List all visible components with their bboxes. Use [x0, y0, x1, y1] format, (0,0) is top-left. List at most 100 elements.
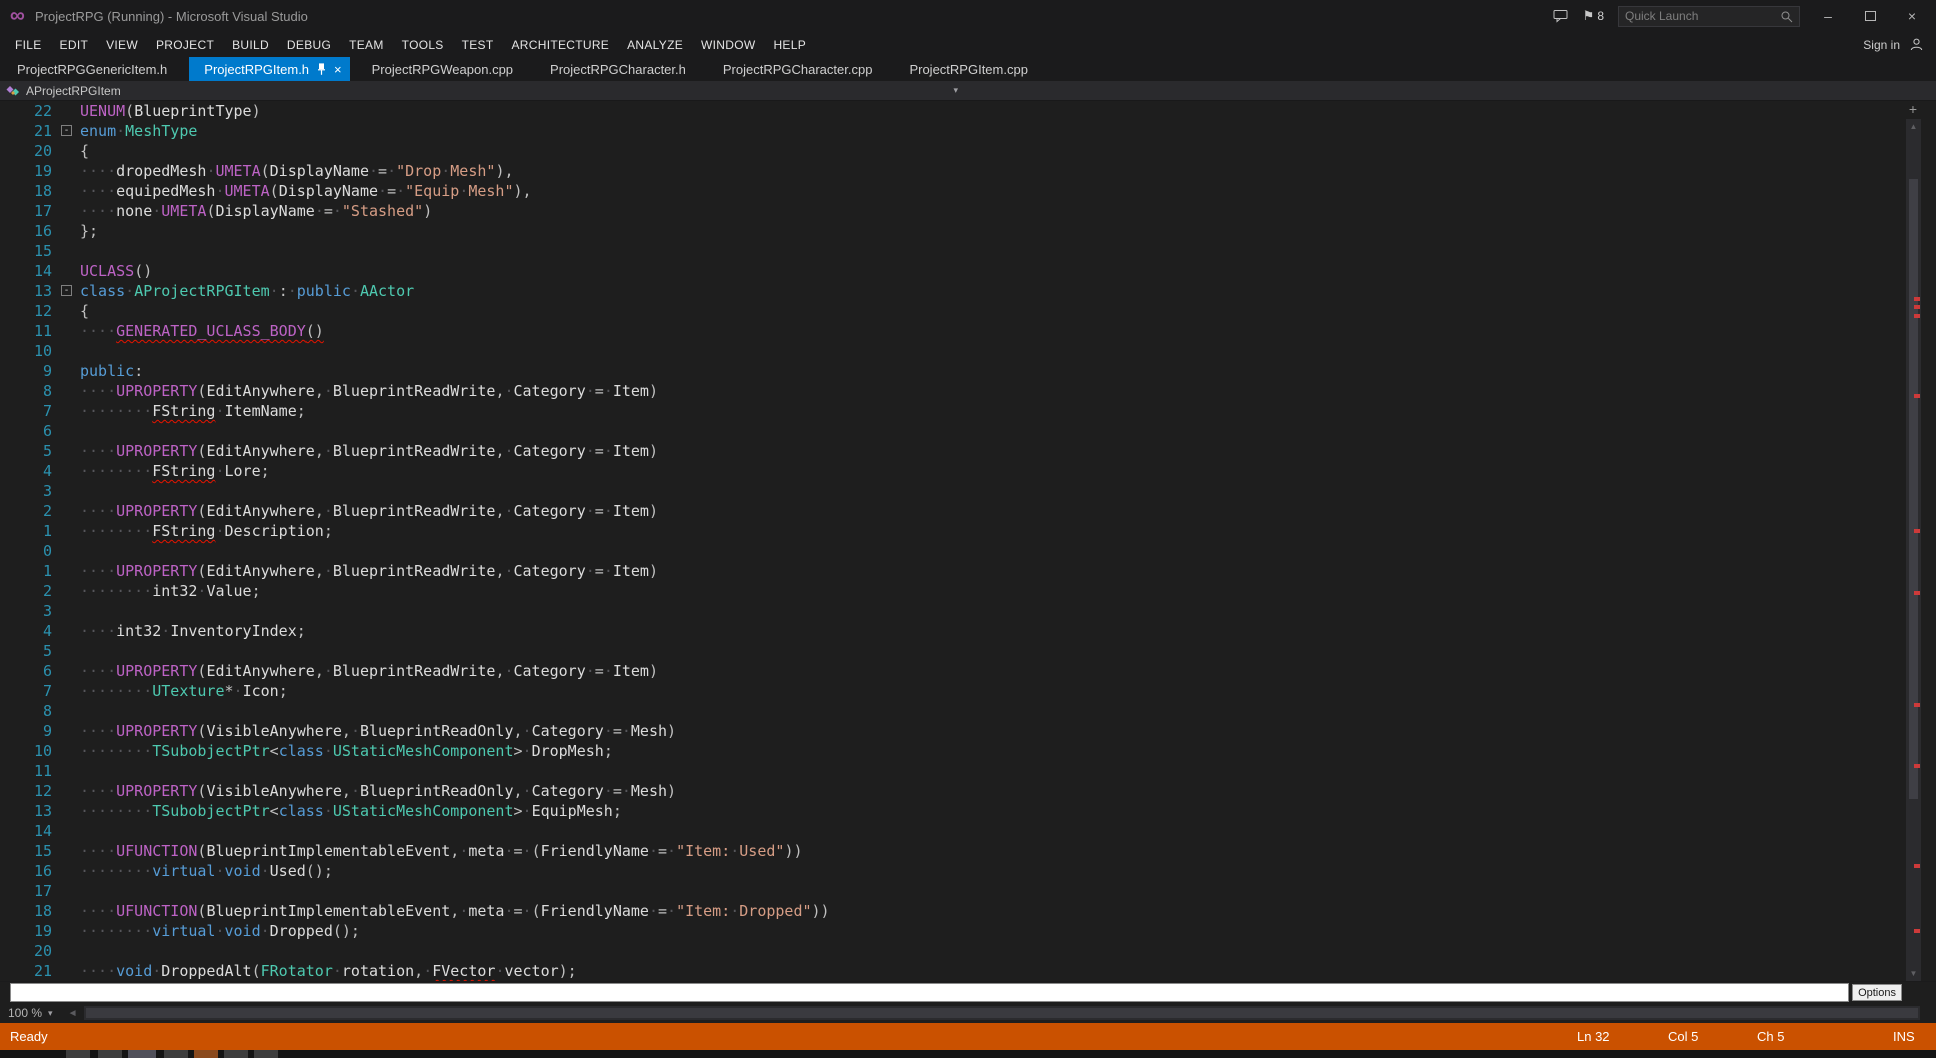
code-line[interactable]: 4········FString·Lore; — [0, 461, 1936, 481]
taskbar-icon[interactable] — [164, 1050, 188, 1058]
taskbar-icon[interactable] — [254, 1050, 278, 1058]
code-line[interactable]: 17····none·UMETA(DisplayName·=·"Stashed"… — [0, 201, 1936, 221]
feedback-icon[interactable] — [1553, 9, 1569, 23]
code-line[interactable]: 13-class·AProjectRPGItem·:·public·AActor — [0, 281, 1936, 301]
menu-item-help[interactable]: HELP — [764, 38, 815, 52]
scroll-left-icon[interactable]: ◄ — [61, 1008, 85, 1019]
code-line[interactable]: 11····GENERATED_UCLASS_BODY() — [0, 321, 1936, 341]
code-line[interactable]: 18····equipedMesh·UMETA(DisplayName·=·"E… — [0, 181, 1936, 201]
tab-ProjectRPGItem.h[interactable]: ProjectRPGItem.h× — [189, 57, 349, 81]
code-line[interactable]: 7········FString·ItemName; — [0, 401, 1936, 421]
code-line[interactable]: 22UENUM(BlueprintType) — [0, 101, 1936, 121]
scroll-up-icon[interactable]: ▲ — [1906, 122, 1921, 131]
code-line[interactable]: 2····UPROPERTY(EditAnywhere,·BlueprintRe… — [0, 501, 1936, 521]
code-line[interactable]: 15 — [0, 241, 1936, 261]
code-line[interactable]: 19········virtual·void·Dropped(); — [0, 921, 1936, 941]
code-line[interactable]: 21····void·DroppedAlt(FRotator·rotation,… — [0, 961, 1936, 981]
code-line[interactable]: 14 — [0, 821, 1936, 841]
code-line[interactable]: 9public: — [0, 361, 1936, 381]
code-line[interactable]: 12{ — [0, 301, 1936, 321]
vertical-scrollbar[interactable]: ▲ ▼ — [1906, 119, 1921, 981]
options-button[interactable]: Options — [1852, 984, 1902, 1001]
code-line[interactable]: 3 — [0, 481, 1936, 501]
code-line[interactable]: 15····UFUNCTION(BlueprintImplementableEv… — [0, 841, 1936, 861]
taskbar-icon[interactable] — [194, 1050, 218, 1058]
code-line[interactable]: 10········TSubobjectPtr<class·UStaticMes… — [0, 741, 1936, 761]
zoom-dropdown[interactable]: 100 % ▾ — [0, 1006, 61, 1020]
tab-ProjectRPGWeapon.cpp[interactable]: ProjectRPGWeapon.cpp — [357, 57, 528, 81]
taskbar-icon[interactable] — [66, 1050, 90, 1058]
code-line[interactable]: 11 — [0, 761, 1936, 781]
tab-ProjectRPGCharacter.cpp[interactable]: ProjectRPGCharacter.cpp — [708, 57, 888, 81]
code-line[interactable]: 2········int32·Value; — [0, 581, 1936, 601]
taskbar-icon[interactable] — [98, 1050, 122, 1058]
code-line[interactable]: 19····dropedMesh·UMETA(DisplayName·=·"Dr… — [0, 161, 1936, 181]
close-button[interactable]: × — [1898, 8, 1926, 24]
line-number: 6 — [0, 421, 52, 441]
code-line[interactable]: 8 — [0, 701, 1936, 721]
code-line[interactable]: 9····UPROPERTY(VisibleAnywhere,·Blueprin… — [0, 721, 1936, 741]
code-line[interactable]: 16}; — [0, 221, 1936, 241]
code-line[interactable]: 8····UPROPERTY(EditAnywhere,·BlueprintRe… — [0, 381, 1936, 401]
menu-item-window[interactable]: WINDOW — [692, 38, 764, 52]
tab-ProjectRPGItem.cpp[interactable]: ProjectRPGItem.cpp — [894, 57, 1043, 81]
code-line[interactable]: 0 — [0, 541, 1936, 561]
menu-item-view[interactable]: VIEW — [97, 38, 147, 52]
code-line[interactable]: 16········virtual·void·Used(); — [0, 861, 1936, 881]
line-number: 2 — [0, 581, 52, 601]
code-line[interactable]: 5····UPROPERTY(EditAnywhere,·BlueprintRe… — [0, 441, 1936, 461]
menu-item-architecture[interactable]: ARCHITECTURE — [503, 38, 619, 52]
code-line[interactable]: 14UCLASS() — [0, 261, 1936, 281]
notifications-button[interactable]: ⚑ 8 — [1583, 8, 1604, 24]
code-line[interactable]: 6····UPROPERTY(EditAnywhere,·BlueprintRe… — [0, 661, 1936, 681]
code-line[interactable]: 5 — [0, 641, 1936, 661]
quick-launch-input[interactable]: Quick Launch — [1618, 6, 1800, 27]
user-icon[interactable] — [1909, 37, 1924, 52]
fold-toggle[interactable]: - — [61, 285, 72, 296]
code-line[interactable]: 20{ — [0, 141, 1936, 161]
code-line[interactable]: 18····UFUNCTION(BlueprintImplementableEv… — [0, 901, 1936, 921]
editor[interactable]: 22UENUM(BlueprintType)21-enum·MeshType20… — [0, 101, 1936, 981]
pin-icon[interactable] — [317, 63, 326, 76]
scroll-down-icon[interactable]: ▼ — [1906, 969, 1921, 978]
horizontal-scrollbar[interactable] — [84, 1006, 1920, 1020]
menu-item-analyze[interactable]: ANALYZE — [618, 38, 692, 52]
title-bar[interactable]: ∞ ProjectRPG (Running) - Microsoft Visua… — [0, 0, 1936, 32]
menu-item-team[interactable]: TEAM — [340, 38, 393, 52]
code-line[interactable]: 1········FString·Description; — [0, 521, 1936, 541]
menu-item-edit[interactable]: EDIT — [51, 38, 98, 52]
menu-item-test[interactable]: TEST — [453, 38, 503, 52]
code-area[interactable]: 22UENUM(BlueprintType)21-enum·MeshType20… — [0, 101, 1936, 981]
code-line[interactable]: 12····UPROPERTY(VisibleAnywhere,·Bluepri… — [0, 781, 1936, 801]
code-line[interactable]: 17 — [0, 881, 1936, 901]
menu-item-file[interactable]: FILE — [6, 38, 51, 52]
code-line[interactable]: 4····int32·InventoryIndex; — [0, 621, 1936, 641]
taskbar-icon[interactable] — [224, 1050, 248, 1058]
menu-item-debug[interactable]: DEBUG — [278, 38, 340, 52]
menu-items: FILEEDITVIEWPROJECTBUILDDEBUGTEAMTOOLSTE… — [6, 38, 815, 52]
split-handle[interactable]: + — [1905, 101, 1921, 118]
code-line[interactable]: 20 — [0, 941, 1936, 961]
minimize-button[interactable]: – — [1814, 8, 1842, 24]
code-line[interactable]: 1····UPROPERTY(EditAnywhere,·BlueprintRe… — [0, 561, 1936, 581]
code-line[interactable]: 13········TSubobjectPtr<class·UStaticMes… — [0, 801, 1936, 821]
tab-ProjectRPGGenericItem.h[interactable]: ProjectRPGGenericItem.h — [2, 57, 182, 81]
menu-item-tools[interactable]: TOOLS — [393, 38, 453, 52]
menu-item-build[interactable]: BUILD — [223, 38, 278, 52]
code-line[interactable]: 10 — [0, 341, 1936, 361]
tab-ProjectRPGCharacter.h[interactable]: ProjectRPGCharacter.h — [535, 57, 701, 81]
close-tab-icon[interactable]: × — [334, 63, 342, 76]
code-line[interactable]: 7········UTexture*·Icon; — [0, 681, 1936, 701]
code-line[interactable]: 21-enum·MeshType — [0, 121, 1936, 141]
code-line-text: ····UPROPERTY(EditAnywhere,·BlueprintRea… — [80, 561, 658, 581]
find-input[interactable] — [10, 983, 1849, 1002]
code-line[interactable]: 6 — [0, 421, 1936, 441]
code-line[interactable]: 3 — [0, 601, 1936, 621]
hscrollbar-thumb[interactable] — [86, 1008, 1918, 1018]
sign-in-link[interactable]: Sign in — [1863, 38, 1900, 52]
menu-item-project[interactable]: PROJECT — [147, 38, 223, 52]
fold-toggle[interactable]: - — [61, 125, 72, 136]
taskbar-icon[interactable] — [128, 1050, 156, 1058]
scope-dropdown[interactable]: AProjectRPGItem ▾ — [0, 81, 962, 100]
maximize-button[interactable] — [1856, 8, 1884, 24]
